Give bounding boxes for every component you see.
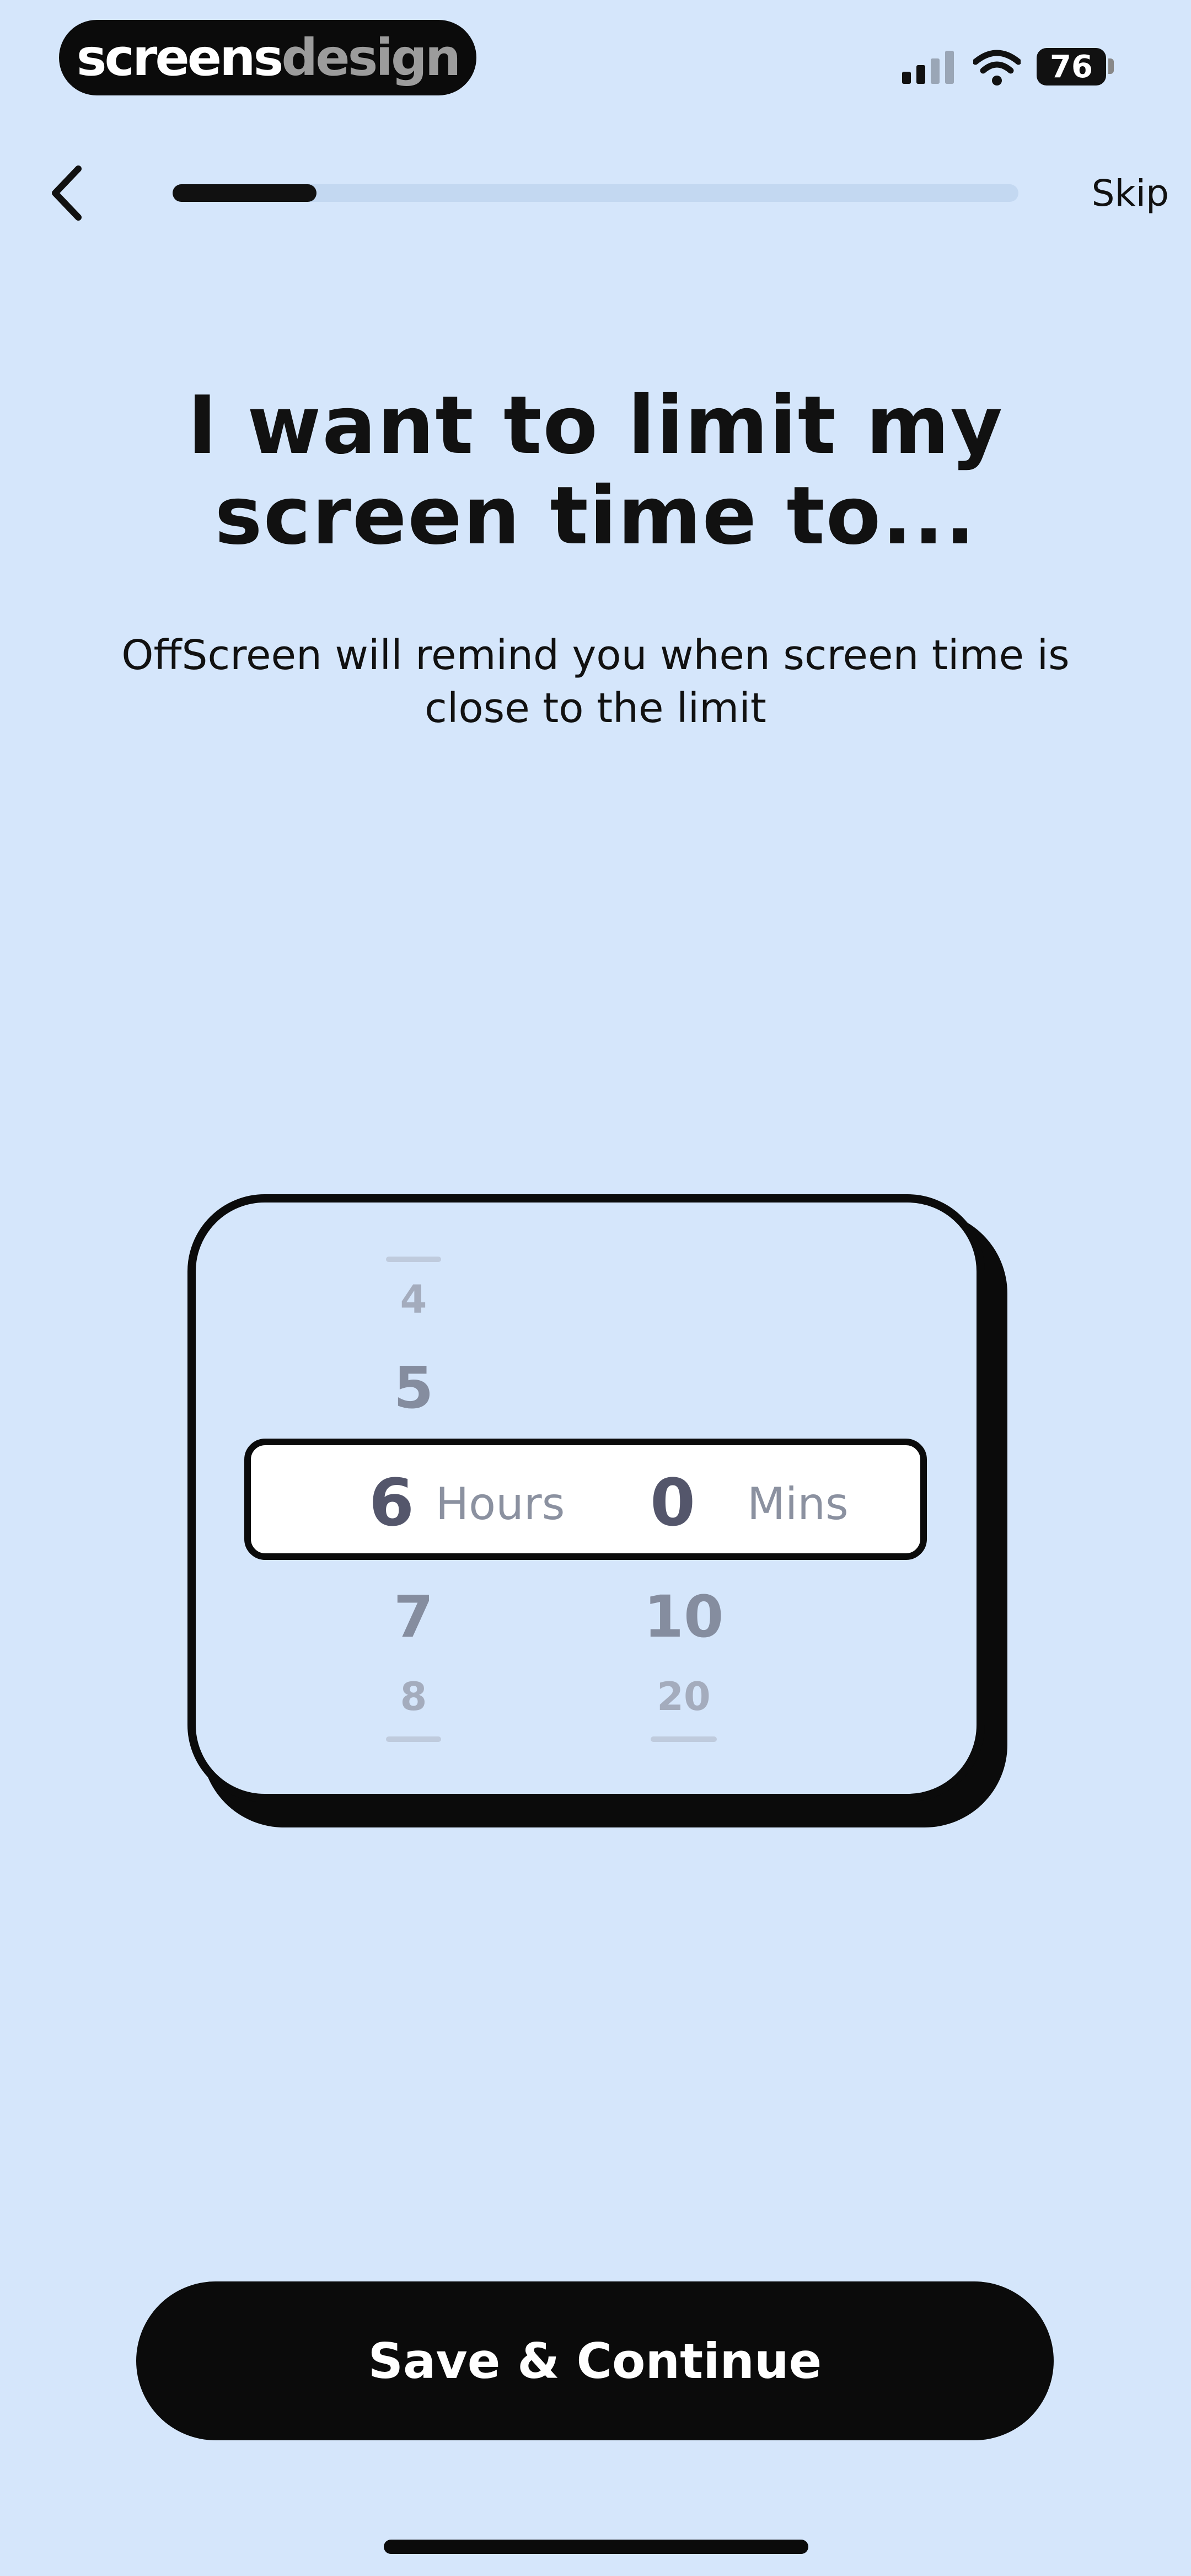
minutes-unit-label: Mins [747, 1478, 849, 1530]
hours-option[interactable]: 4 [380, 1277, 447, 1322]
home-indicator [384, 2540, 808, 2554]
page-title: I want to limit my screen time to... [187, 379, 1004, 563]
battery-cap [1108, 58, 1114, 74]
skip-button[interactable]: Skip [1048, 165, 1169, 221]
battery-level: 76 [1050, 49, 1093, 85]
screensdesign-watermark: screens design [59, 20, 476, 95]
minutes-option[interactable]: 10 [640, 1583, 728, 1650]
battery-icon: 76 [1037, 48, 1106, 85]
hours-option[interactable]: 5 [369, 1354, 458, 1421]
selected-minutes-value[interactable]: 0 [634, 1465, 711, 1541]
cellular-signal-icon [902, 51, 954, 84]
selected-hours-value[interactable]: 6 [353, 1465, 430, 1541]
save-continue-button[interactable]: Save & Continue [136, 2281, 1054, 2440]
hours-wheel-fade-top [386, 1257, 441, 1262]
wifi-icon [973, 50, 1021, 85]
minutes-wheel-fade-bottom [651, 1736, 717, 1742]
hours-option[interactable]: 8 [380, 1674, 447, 1719]
minutes-option[interactable]: 20 [645, 1674, 722, 1719]
onboarding-progress-fill [173, 184, 316, 202]
brand-text-primary: screens [76, 28, 284, 87]
hours-wheel-fade-bottom [386, 1736, 441, 1742]
hours-unit-label: Hours [436, 1478, 565, 1530]
page-subtitle: OffScreen will remind you when screen ti… [121, 632, 1070, 732]
back-chevron-icon[interactable] [44, 160, 94, 226]
brand-text-secondary: design [281, 28, 461, 87]
hours-option[interactable]: 7 [369, 1583, 458, 1650]
